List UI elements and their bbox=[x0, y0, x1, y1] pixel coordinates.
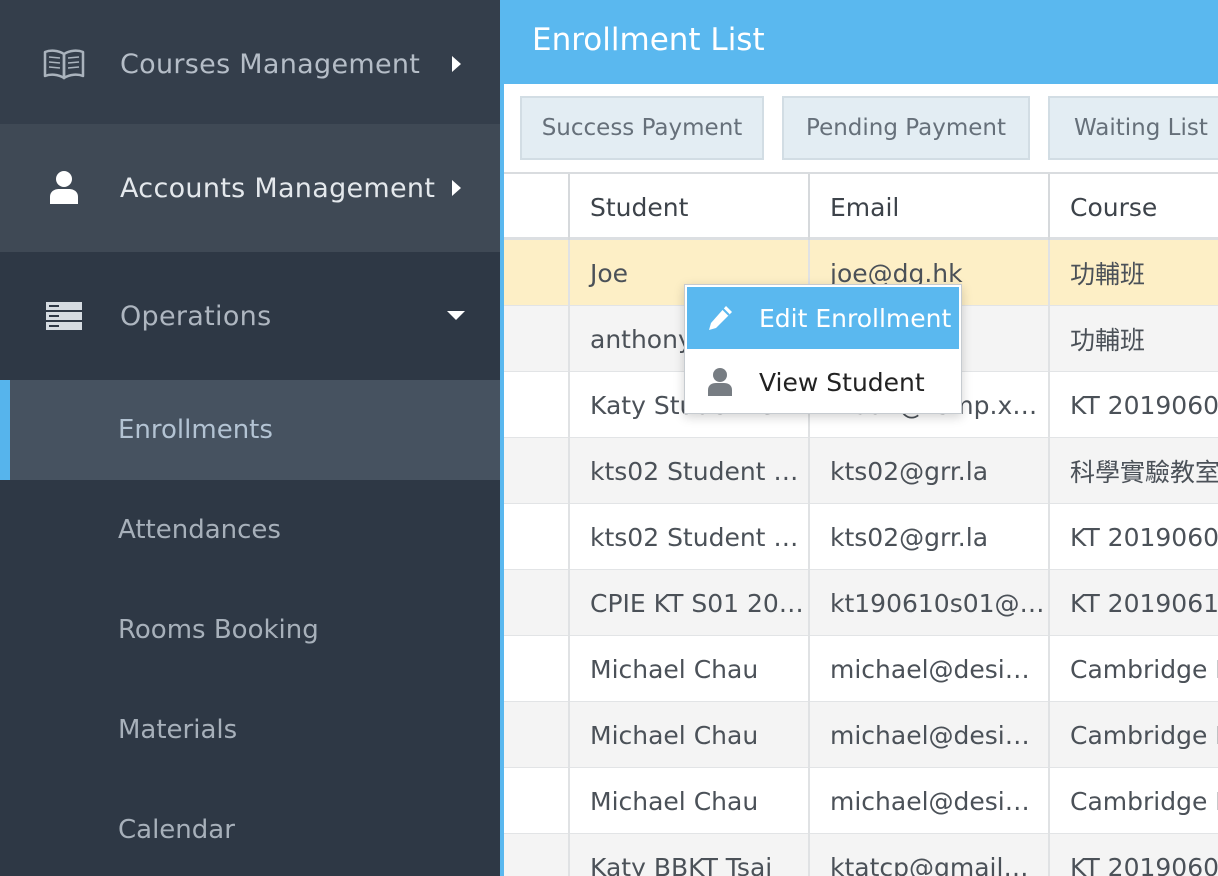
context-menu: Edit Enrollment View Student bbox=[684, 284, 962, 414]
sidebar-item-enrollments[interactable]: Enrollments bbox=[0, 380, 500, 480]
page-header: Enrollment List bbox=[504, 0, 1218, 84]
table-row[interactable]: kts02 Student … kts02@grr.la KT 20190605 bbox=[504, 504, 1218, 570]
chevron-down-icon bbox=[446, 306, 466, 326]
cell-email: michael@desi… bbox=[808, 768, 1048, 834]
tab-success-payment[interactable]: Success Payment bbox=[520, 96, 764, 160]
cell-email: kts02@grr.la bbox=[808, 504, 1048, 570]
sidebar-item-courses-management[interactable]: Courses Management bbox=[0, 0, 500, 128]
table-row[interactable]: Michael Chau michael@desi… Cambridge K bbox=[504, 768, 1218, 834]
table-header: Student Email Course bbox=[504, 172, 1218, 240]
sidebar-item-label: Accounts Management bbox=[120, 172, 436, 204]
page-title: Enrollment List bbox=[532, 22, 765, 58]
table-row[interactable]: Michael Chau michael@desi… Cambridge K bbox=[504, 636, 1218, 702]
cell-student: kts02 Student … bbox=[568, 504, 808, 570]
cell-student: Michael Chau bbox=[568, 768, 808, 834]
cell-course: KT 20190605 bbox=[1048, 372, 1218, 438]
cell-course: KT 20190610 bbox=[1048, 570, 1218, 636]
server-icon bbox=[42, 298, 86, 334]
table-row[interactable]: Katy BBKT Tsai ktatcp@gmail… KT 20190605 bbox=[504, 834, 1218, 876]
cell-course: Cambridge K bbox=[1048, 636, 1218, 702]
table-row[interactable]: CPIE KT S01 20… kt190610s01@… KT 2019061… bbox=[504, 570, 1218, 636]
sidebar-item-calendar[interactable]: Calendar bbox=[0, 780, 500, 876]
cell-course: Cambridge K bbox=[1048, 702, 1218, 768]
tab-waiting-list[interactable]: Waiting List bbox=[1048, 96, 1218, 160]
cell-student: Michael Chau bbox=[568, 636, 808, 702]
cell-course: 功輔班 bbox=[1048, 240, 1218, 306]
enrollment-table: Student Email Course Joe joe@dg.hk 功輔班 a… bbox=[504, 172, 1218, 876]
context-menu-label: View Student bbox=[759, 367, 925, 397]
cell-email: michael@desi… bbox=[808, 636, 1048, 702]
chevron-right-icon bbox=[446, 54, 466, 74]
cell-email: kts02@grr.la bbox=[808, 438, 1048, 504]
cell-email: ktatcp@gmail… bbox=[808, 834, 1048, 876]
sidebar-item-label: Materials bbox=[118, 715, 238, 745]
chevron-right-icon bbox=[446, 178, 466, 198]
context-menu-label: Edit Enrollment bbox=[759, 303, 952, 333]
context-menu-edit-enrollment[interactable]: Edit Enrollment bbox=[687, 287, 959, 349]
sidebar-item-rooms-booking[interactable]: Rooms Booking bbox=[0, 580, 500, 680]
table-header-select bbox=[504, 174, 568, 240]
cell-course: Cambridge K bbox=[1048, 768, 1218, 834]
main-content: Enrollment List Success Payment Pending … bbox=[500, 0, 1218, 876]
table-header-course[interactable]: Course bbox=[1048, 174, 1218, 240]
sidebar: Courses Management Accounts Management O… bbox=[0, 0, 500, 876]
book-icon bbox=[42, 46, 86, 82]
tab-bar: Success Payment Pending Payment Waiting … bbox=[504, 84, 1218, 172]
table-header-email[interactable]: Email bbox=[808, 174, 1048, 240]
cell-student: Michael Chau bbox=[568, 702, 808, 768]
table-row[interactable]: Michael Chau michael@desi… Cambridge K bbox=[504, 702, 1218, 768]
cell-email: michael@desi… bbox=[808, 702, 1048, 768]
sidebar-item-operations[interactable]: Operations bbox=[0, 252, 500, 380]
pencil-icon bbox=[705, 303, 735, 333]
user-icon bbox=[42, 170, 86, 206]
cell-course: KT 20190605 bbox=[1048, 504, 1218, 570]
context-menu-view-student[interactable]: View Student bbox=[687, 351, 959, 413]
cell-course: 科學實驗教室 bbox=[1048, 438, 1218, 504]
sidebar-item-materials[interactable]: Materials bbox=[0, 680, 500, 780]
cell-course: KT 20190605 bbox=[1048, 834, 1218, 876]
cell-student: CPIE KT S01 20… bbox=[568, 570, 808, 636]
user-icon bbox=[705, 367, 735, 397]
tab-pending-payment[interactable]: Pending Payment bbox=[782, 96, 1030, 160]
sidebar-item-label: Calendar bbox=[118, 815, 235, 845]
cell-student: Katy BBKT Tsai bbox=[568, 834, 808, 876]
table-header-student[interactable]: Student bbox=[568, 174, 808, 240]
sidebar-item-accounts-management[interactable]: Accounts Management bbox=[0, 124, 500, 252]
cell-email: kt190610s01@… bbox=[808, 570, 1048, 636]
table-row[interactable]: kts02 Student … kts02@grr.la 科學實驗教室 bbox=[504, 438, 1218, 504]
sidebar-item-label: Attendances bbox=[118, 515, 281, 545]
sidebar-item-label: Courses Management bbox=[120, 48, 421, 80]
cell-student: kts02 Student … bbox=[568, 438, 808, 504]
cell-course: 功輔班 bbox=[1048, 306, 1218, 372]
sidebar-item-label: Operations bbox=[120, 300, 272, 332]
sidebar-item-label: Enrollments bbox=[118, 415, 273, 445]
sidebar-item-attendances[interactable]: Attendances bbox=[0, 480, 500, 580]
sidebar-item-label: Rooms Booking bbox=[118, 615, 319, 645]
